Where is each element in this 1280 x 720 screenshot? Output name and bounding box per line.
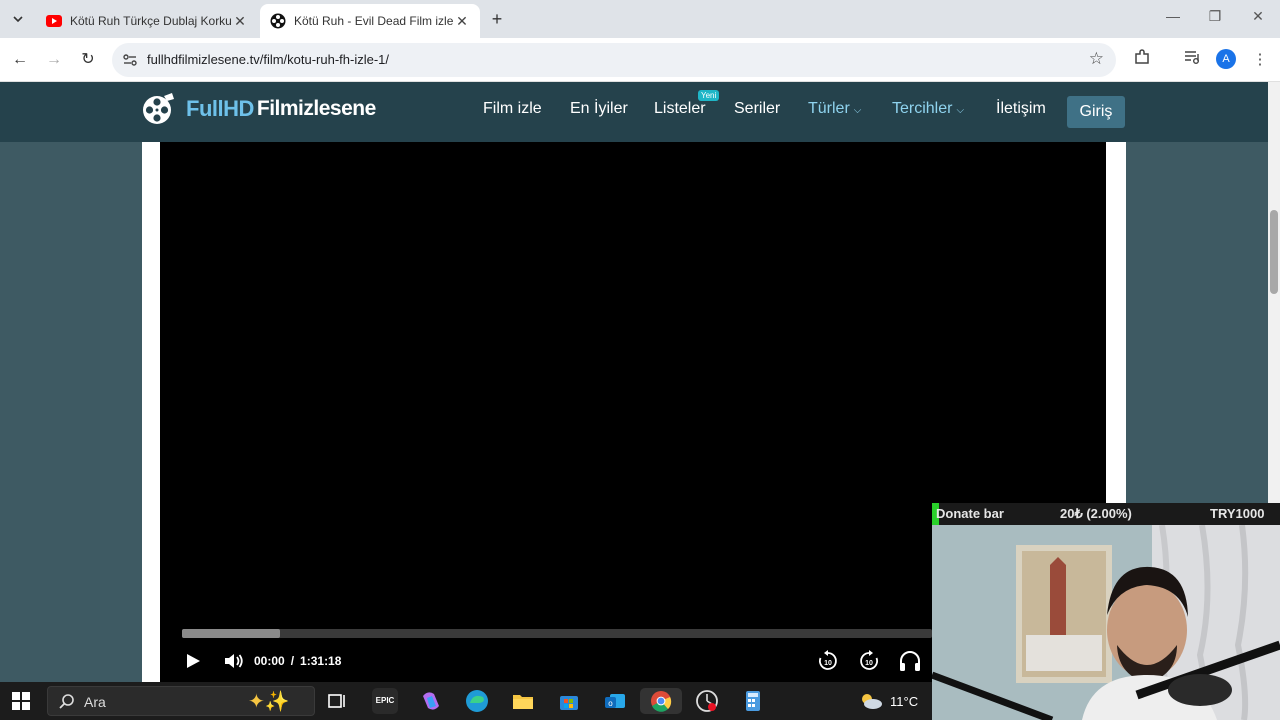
restore-icon[interactable]: ❐ bbox=[1200, 8, 1230, 25]
buffered-progress bbox=[182, 629, 280, 638]
webcam-overlay bbox=[932, 525, 1280, 720]
file-explorer-icon[interactable] bbox=[510, 688, 536, 714]
current-time: 00:00 bbox=[254, 654, 285, 668]
nav-listeler[interactable]: Listeler bbox=[654, 100, 706, 118]
donate-label: Donate bar bbox=[936, 506, 1004, 521]
chevron-down-icon: ⌵ bbox=[853, 105, 862, 116]
close-icon[interactable]: ✕ bbox=[454, 13, 470, 30]
play-icon[interactable] bbox=[184, 650, 202, 672]
webcam-feed bbox=[932, 525, 1280, 720]
nav-turler-label: Türler bbox=[808, 100, 850, 117]
svg-text:10: 10 bbox=[865, 660, 873, 667]
menu-kebab-icon[interactable]: ⋮ bbox=[1248, 48, 1272, 72]
volume-icon[interactable] bbox=[223, 650, 245, 672]
youtube-icon bbox=[46, 13, 62, 29]
copilot-sparkle-icon: ✦✨ bbox=[248, 691, 290, 713]
forward-10-icon[interactable]: 10 bbox=[858, 650, 880, 672]
nav-turler[interactable]: Türler ⌵ bbox=[808, 100, 861, 118]
browser-tab-active[interactable]: Kötü Ruh - Evil Dead Film izle (2 ✕ bbox=[260, 4, 480, 38]
nav-tercihler-label: Tercihler bbox=[892, 100, 953, 117]
film-reel-icon bbox=[143, 93, 174, 124]
new-badge: Yeni bbox=[698, 90, 720, 101]
extensions-icon[interactable] bbox=[1130, 48, 1154, 72]
profile-avatar[interactable]: A bbox=[1216, 49, 1236, 69]
minimize-icon[interactable]: — bbox=[1158, 8, 1188, 24]
seek-bar[interactable] bbox=[182, 629, 932, 638]
chevron-down-icon: ⌵ bbox=[956, 105, 965, 116]
search-icon bbox=[59, 694, 74, 709]
donate-goal: TRY1000 bbox=[1210, 506, 1265, 521]
windows-start-icon[interactable] bbox=[12, 692, 30, 710]
chrome-icon[interactable] bbox=[640, 688, 682, 714]
copilot-icon[interactable] bbox=[418, 688, 444, 714]
obs-recorder-icon[interactable] bbox=[694, 688, 720, 714]
duration: 1:31:18 bbox=[300, 654, 342, 668]
scrollbar-thumb[interactable] bbox=[1270, 210, 1278, 294]
edge-browser-icon[interactable] bbox=[464, 688, 490, 714]
close-window-icon[interactable]: ✕ bbox=[1243, 8, 1273, 25]
calculator-icon[interactable] bbox=[740, 688, 766, 714]
brand-name-secondary: Filmizlesene bbox=[256, 97, 376, 120]
login-button[interactable]: Giriş bbox=[1067, 96, 1125, 128]
windows-taskbar: Ara ✦✨ EPIC o 11°C bbox=[0, 682, 932, 720]
browser-tab-bar: Kötü Ruh Türkçe Dublaj Korku F ✕ Kötü Ru… bbox=[0, 0, 1280, 38]
weather-widget[interactable]: 11°C bbox=[858, 691, 918, 711]
outlook-icon[interactable]: o bbox=[602, 688, 628, 714]
film-reel-icon bbox=[270, 13, 286, 29]
site-info-icon[interactable] bbox=[122, 52, 138, 68]
taskbar-search[interactable]: Ara ✦✨ bbox=[47, 686, 315, 716]
temperature: 11°C bbox=[890, 693, 919, 709]
svg-text:10: 10 bbox=[824, 660, 832, 667]
browser-tab[interactable]: Kötü Ruh Türkçe Dublaj Korku F ✕ bbox=[36, 4, 258, 38]
close-icon[interactable]: ✕ bbox=[232, 13, 248, 30]
task-view-icon[interactable] bbox=[324, 688, 350, 714]
tab-title: Kötü Ruh Türkçe Dublaj Korku F bbox=[70, 14, 232, 28]
microsoft-store-icon[interactable] bbox=[556, 688, 582, 714]
address-bar[interactable]: fullhdfilmizlesene.tv/film/kotu-ruh-fh-i… bbox=[112, 43, 1116, 77]
url-text[interactable]: fullhdfilmizlesene.tv/film/kotu-ruh-fh-i… bbox=[147, 52, 389, 67]
svg-text:o: o bbox=[608, 699, 613, 708]
media-control-icon[interactable] bbox=[1180, 48, 1204, 72]
brand-name-primary: FullHD bbox=[186, 96, 254, 121]
reload-icon[interactable]: ↻ bbox=[76, 48, 100, 72]
bookmark-star-icon[interactable]: ☆ bbox=[1089, 49, 1104, 69]
site-logo[interactable]: FullHD Filmizlesene bbox=[142, 92, 376, 126]
nav-seriler[interactable]: Seriler bbox=[734, 100, 780, 118]
new-tab-button[interactable]: + bbox=[486, 8, 508, 30]
tab-search-button[interactable] bbox=[6, 8, 30, 30]
epic-games-icon[interactable]: EPIC bbox=[372, 688, 398, 714]
donate-amount: 20₺ (2.00%) bbox=[1060, 506, 1132, 521]
back-arrow-icon[interactable]: ← bbox=[8, 48, 32, 72]
partly-cloudy-icon bbox=[862, 694, 882, 709]
nav-film-izle[interactable]: Film izle bbox=[483, 100, 542, 118]
chevron-down-icon bbox=[13, 16, 23, 23]
forward-arrow-icon[interactable]: → bbox=[42, 48, 66, 72]
browser-toolbar: ← → ↻ fullhdfilmizlesene.tv/film/kotu-ru… bbox=[0, 38, 1280, 82]
donate-bar: Donate bar 20₺ (2.00%) TRY1000 bbox=[932, 503, 1280, 525]
nav-en-iyiler[interactable]: En İyiler bbox=[570, 100, 628, 118]
nav-tercihler[interactable]: Tercihler ⌵ bbox=[892, 100, 964, 118]
search-placeholder: Ara bbox=[84, 694, 106, 710]
time-separator: / bbox=[290, 654, 295, 668]
time-display: 00:00 / 1:31:18 bbox=[254, 650, 341, 672]
tab-title: Kötü Ruh - Evil Dead Film izle (2 bbox=[294, 14, 454, 28]
nav-iletisim[interactable]: İletişim bbox=[996, 100, 1046, 118]
headphones-icon[interactable] bbox=[898, 650, 922, 672]
rewind-10-icon[interactable]: 10 bbox=[817, 650, 839, 672]
